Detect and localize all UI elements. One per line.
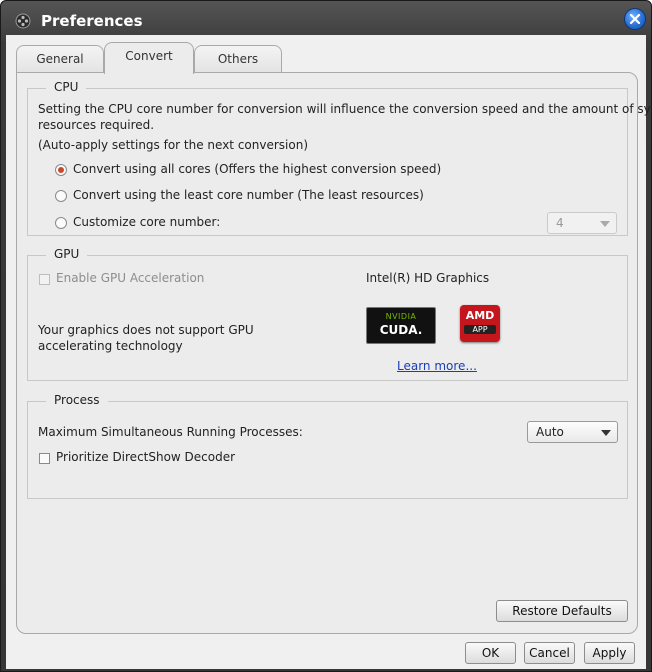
core-number-select[interactable]: 4 bbox=[547, 212, 617, 234]
gpu-group: GPU Enable GPU Acceleration Intel(R) HD … bbox=[27, 247, 628, 381]
graphics-name: Intel(R) HD Graphics bbox=[366, 271, 490, 285]
amd-brand: AMD bbox=[465, 309, 495, 322]
convert-panel: CPU Setting the CPU core number for conv… bbox=[16, 72, 652, 634]
cpu-auto-note: (Auto-apply settings for the next conver… bbox=[38, 138, 308, 152]
directshow-checkbox[interactable] bbox=[39, 453, 50, 464]
apply-button[interactable]: Apply bbox=[584, 642, 635, 664]
close-button[interactable] bbox=[624, 8, 646, 30]
tab-convert-label: Convert bbox=[125, 49, 173, 63]
nvidia-cuda-logo: NVIDIA CUDA. bbox=[366, 307, 436, 344]
process-group-title: Process bbox=[46, 393, 108, 407]
max-processes-label: Maximum Simultaneous Running Processes: bbox=[38, 425, 303, 439]
max-processes-select[interactable]: Auto bbox=[527, 421, 618, 443]
gpu-not-supported-line2: accelerating technology bbox=[38, 339, 183, 353]
tab-others-label: Others bbox=[217, 52, 259, 66]
max-processes-value: Auto bbox=[536, 425, 564, 439]
gpu-not-supported-line1: Your graphics does not support GPU bbox=[38, 323, 254, 337]
learn-more-link[interactable]: Learn more... bbox=[397, 359, 477, 373]
cpu-description: Setting the CPU core number for conversi… bbox=[38, 102, 652, 116]
tab-convert[interactable]: Convert bbox=[104, 42, 194, 74]
radio-least-cores-label[interactable]: Convert using the least core number (The… bbox=[73, 188, 424, 202]
ok-button[interactable]: OK bbox=[465, 642, 516, 664]
process-group: Process Maximum Simultaneous Running Pro… bbox=[27, 393, 628, 499]
close-icon bbox=[629, 13, 641, 25]
radio-least-cores[interactable] bbox=[55, 190, 67, 202]
cpu-group-title: CPU bbox=[46, 80, 87, 94]
film-reel-icon bbox=[15, 13, 31, 29]
dialog-client: General Convert Others CPU Setting the C… bbox=[6, 35, 652, 669]
cpu-group: CPU Setting the CPU core number for conv… bbox=[27, 80, 652, 236]
gpu-group-title: GPU bbox=[46, 247, 88, 261]
window-title: Preferences bbox=[41, 12, 143, 30]
tab-general-label: General bbox=[36, 52, 84, 66]
cpu-description-line2: resources required. bbox=[38, 118, 155, 132]
radio-customize-cores-label[interactable]: Customize core number: bbox=[73, 215, 220, 229]
cancel-button[interactable]: Cancel bbox=[524, 642, 575, 664]
directshow-label[interactable]: Prioritize DirectShow Decoder bbox=[56, 450, 235, 464]
nvidia-brand: NVIDIA bbox=[385, 312, 417, 321]
chevron-down-icon bbox=[601, 430, 611, 436]
radio-all-cores-label[interactable]: Convert using all cores (Offers the high… bbox=[73, 162, 441, 176]
radio-customize-cores[interactable] bbox=[55, 217, 67, 229]
core-number-value: 4 bbox=[556, 216, 564, 230]
radio-all-cores[interactable] bbox=[55, 164, 67, 176]
amd-app-logo: AMD APP bbox=[460, 305, 500, 342]
cuda-product: CUDA. bbox=[379, 323, 423, 337]
tab-others[interactable]: Others bbox=[194, 45, 282, 73]
tab-general[interactable]: General bbox=[16, 45, 104, 73]
amd-product: APP bbox=[464, 325, 496, 334]
chevron-down-icon bbox=[600, 221, 610, 227]
enable-gpu-checkbox[interactable] bbox=[39, 274, 50, 285]
preferences-window: Preferences General Convert Others CPU S… bbox=[0, 0, 652, 672]
enable-gpu-label: Enable GPU Acceleration bbox=[56, 271, 205, 285]
restore-defaults-button[interactable]: Restore Defaults bbox=[496, 600, 628, 622]
